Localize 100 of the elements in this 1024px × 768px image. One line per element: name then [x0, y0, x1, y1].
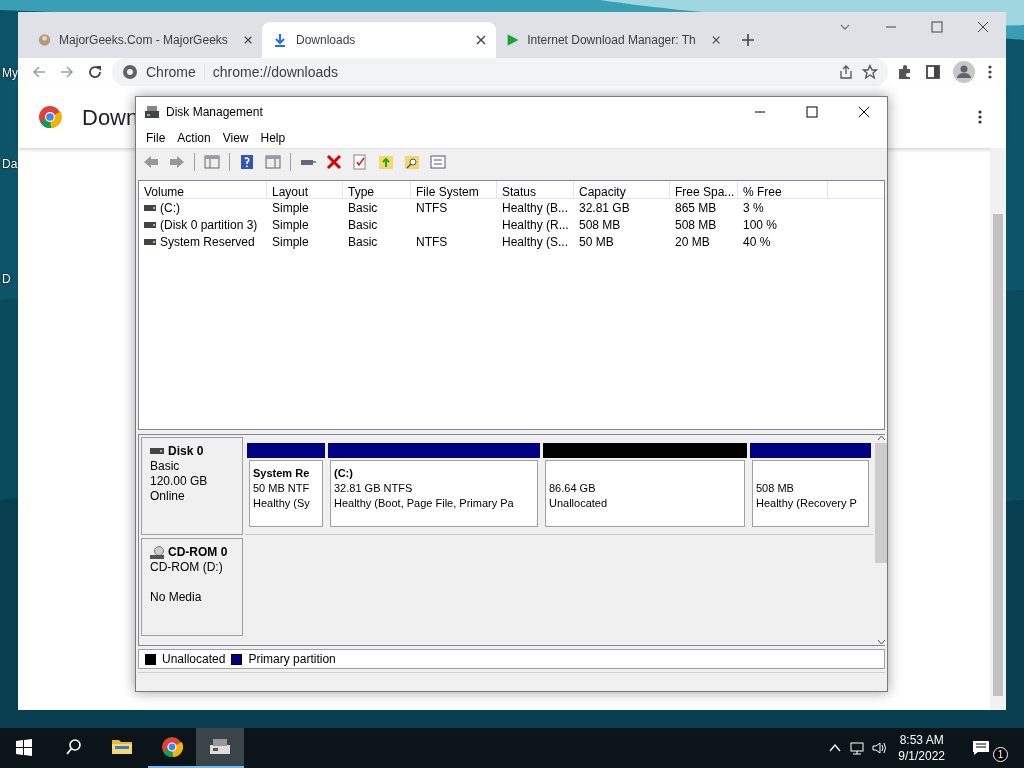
partition-size: 86.64 GB — [549, 481, 596, 496]
forward-arrow-icon — [169, 154, 185, 170]
folder-search-icon — [404, 154, 420, 170]
partition-status: Healthy (Sy — [253, 496, 310, 511]
table-cell-text: NTFS — [415, 233, 449, 251]
address-bar[interactable]: Chrome chrome://downloads — [112, 58, 888, 86]
column-header[interactable]: Free Spa... — [670, 181, 738, 198]
forward-arrow-icon — [59, 64, 75, 80]
chrome-logo-icon — [161, 736, 183, 758]
menu-icon — [987, 64, 993, 80]
menu-item[interactable]: Help — [254, 128, 292, 147]
scrollbar[interactable] — [875, 435, 887, 645]
disk-status: No Media — [150, 590, 203, 605]
drive-icon — [144, 221, 156, 228]
close-icon — [857, 105, 871, 119]
play-icon — [506, 32, 520, 48]
table-cell-text: Healthy (B... — [501, 199, 570, 217]
legend-label: Primary partition — [248, 651, 336, 668]
drive-icon — [144, 204, 156, 211]
table-cell-text: 40 % — [742, 233, 772, 251]
table-cell-text: Healthy (S... — [501, 233, 570, 251]
clock-time[interactable]: 8:53 AM — [898, 732, 945, 748]
delete-icon — [326, 154, 342, 170]
table-cell-text: 20 MB — [674, 233, 711, 251]
partition-size: 32.81 GB NTFS — [334, 481, 413, 496]
partition-label: System Re — [253, 466, 310, 481]
table-cell-text: 50 MB — [578, 233, 615, 251]
speaker-icon — [872, 741, 887, 755]
partition-size: 50 MB NTF — [253, 481, 310, 496]
menu-item[interactable]: Action — [171, 128, 217, 147]
disk-management-icon — [144, 105, 160, 119]
chat-icon — [972, 740, 990, 756]
window-title: Disk Management — [166, 104, 263, 121]
clock-date[interactable]: 9/1/2022 — [898, 748, 945, 764]
console-tree-icon — [204, 154, 220, 170]
url-text: chrome://downloads — [212, 62, 339, 82]
help-icon — [239, 154, 255, 170]
table-cell-text: Simple — [271, 233, 310, 251]
star-icon[interactable] — [862, 64, 878, 80]
partition-label: (C:) — [334, 466, 353, 481]
browser-tab[interactable]: Downloads — [262, 22, 496, 58]
table-cell-text: Basic — [347, 216, 379, 234]
close-icon — [476, 35, 486, 45]
menu-item[interactable]: File — [140, 128, 172, 147]
disk-name: Disk 0 — [168, 444, 204, 459]
chrome-logo-icon — [38, 105, 62, 129]
partition-status: Unallocated — [549, 496, 608, 511]
column-header[interactable]: Status — [497, 181, 574, 198]
profile-button[interactable] — [950, 58, 978, 86]
table-cell-text: 3 % — [742, 199, 765, 217]
column-header[interactable]: Capacity — [574, 181, 670, 198]
close-icon — [243, 35, 252, 45]
plus-icon — [741, 33, 755, 47]
reload-icon — [87, 64, 103, 80]
desktop-icon-label[interactable]: My — [2, 64, 18, 82]
back-arrow-icon — [31, 64, 47, 80]
menu-icon — [977, 109, 983, 125]
desktop-icon-label[interactable]: D — [2, 270, 11, 288]
table-cell-text: 100 % — [742, 216, 779, 234]
table-cell-text: Basic — [347, 233, 379, 251]
scrollbar[interactable] — [990, 148, 1006, 710]
column-header[interactable]: File System — [411, 181, 497, 198]
close-icon — [976, 20, 990, 34]
disk-info: CD-ROM (D:) — [150, 560, 224, 575]
disk-label-panel[interactable]: Disk 0 Basic 120.00 GB Online — [141, 437, 243, 535]
disk-info: 120.00 GB — [150, 474, 209, 489]
table-cell-text: Simple — [271, 216, 310, 234]
action-pane-icon — [265, 154, 281, 170]
table-cell-text: Healthy (R... — [501, 216, 570, 234]
table-cell-text: 865 MB — [674, 199, 718, 217]
properties-icon — [430, 154, 446, 170]
table-cell-text: Simple — [271, 199, 310, 217]
notification-count: 1 — [993, 747, 1008, 762]
site-icon — [38, 32, 52, 48]
share-icon[interactable] — [838, 64, 854, 80]
download-icon — [272, 32, 288, 48]
legend-label: Unallocated — [162, 651, 226, 668]
disk-label-panel[interactable]: CD-ROM 0 CD-ROM (D:) No Media — [141, 538, 243, 636]
folder-up-icon — [378, 154, 394, 170]
column-header[interactable]: Type — [343, 181, 411, 198]
browser-tab[interactable]: MajorGeeks.Com - MajorGeeks — [28, 22, 262, 58]
caret-up-icon — [876, 435, 886, 441]
table-cell-text: 508 MB — [674, 216, 718, 234]
column-header[interactable]: % Free — [738, 181, 828, 198]
menu-item[interactable]: View — [216, 128, 255, 147]
table-cell-text: NTFS — [415, 199, 449, 217]
checklist-icon — [352, 154, 368, 170]
maximize-icon — [930, 20, 944, 34]
table-cell-text: 508 MB — [578, 216, 622, 234]
disk-name: CD-ROM 0 — [168, 545, 228, 560]
browser-tab[interactable]: Internet Download Manager: Th — [496, 22, 730, 58]
avatar-icon — [953, 61, 975, 83]
close-icon — [711, 35, 720, 45]
desktop-icon-label[interactable]: Da — [2, 155, 18, 173]
back-arrow-icon — [143, 154, 159, 170]
partition-status: Healthy (Recovery P — [756, 496, 857, 511]
taskbar-button[interactable] — [196, 728, 244, 768]
column-header[interactable]: Volume — [139, 181, 267, 198]
network-icon — [850, 741, 865, 755]
column-header[interactable]: Layout — [267, 181, 343, 198]
